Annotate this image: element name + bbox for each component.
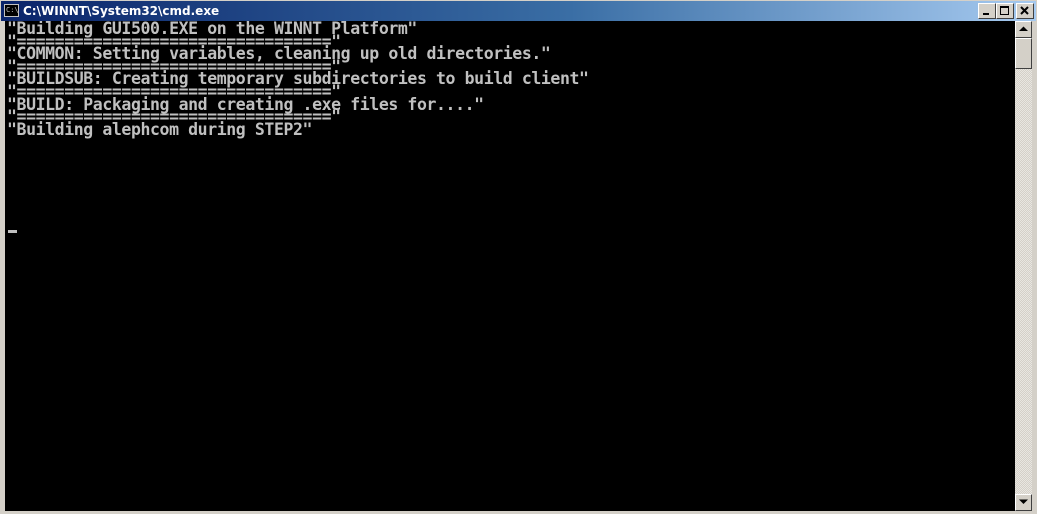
close-icon (1020, 6, 1029, 15)
minimize-icon (983, 13, 989, 15)
console-window: C:\ C:\WINNT\System32\cmd.exe "Building … (0, 0, 1037, 514)
cmd-app-icon[interactable]: C:\ (4, 4, 19, 17)
arrow-down-icon (1019, 499, 1028, 504)
caption-buttons (978, 3, 1034, 19)
console-line: "Building alephcom during STEP2" (7, 119, 313, 139)
scroll-down-button[interactable] (1015, 494, 1032, 511)
scroll-up-button[interactable] (1015, 21, 1032, 38)
scroll-thumb[interactable] (1015, 38, 1032, 69)
title-bar[interactable]: C:\ C:\WINNT\System32\cmd.exe (1, 1, 1036, 21)
console-lines: "Building GUI500.EXE on the WINNT Platfo… (7, 21, 589, 139)
vertical-scrollbar[interactable] (1015, 21, 1032, 511)
window-title: C:\WINNT\System32\cmd.exe (23, 4, 220, 18)
arrow-up-icon (1019, 26, 1028, 31)
console-output[interactable]: "Building GUI500.EXE on the WINNT Platfo… (5, 21, 1015, 511)
maximize-icon (1000, 6, 1009, 15)
maximize-button[interactable] (996, 3, 1014, 19)
close-button[interactable] (1016, 3, 1034, 19)
minimize-button[interactable] (978, 3, 996, 19)
text-cursor (8, 230, 17, 233)
